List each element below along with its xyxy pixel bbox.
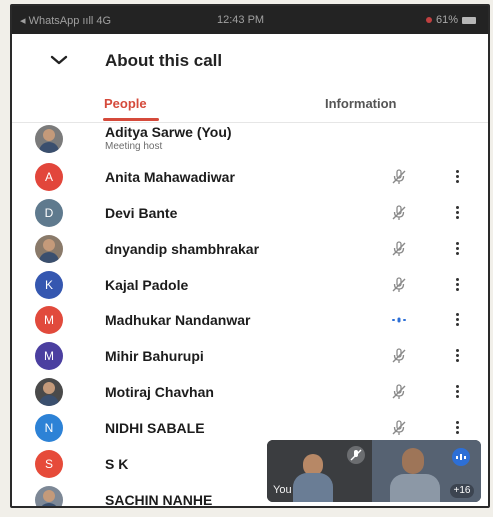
mic-muted-icon[interactable] [390, 168, 408, 186]
mic-muted-icon [347, 446, 365, 464]
participant-name: Madhukar Nandanwar [105, 312, 251, 329]
more-vert-icon[interactable] [453, 383, 461, 401]
recording-dot-icon [425, 17, 432, 24]
participant-role: Meeting host [105, 141, 163, 152]
avatar [35, 234, 63, 263]
mic-muted-icon[interactable] [390, 240, 408, 258]
participant-row[interactable]: K Kajal Padole [12, 267, 488, 303]
status-carrier: ◂ WhatsApp ııll 4G [20, 15, 112, 27]
participant-name: Anita Mahawadiwar [105, 168, 235, 185]
participant-name: Motiraj Chavhan [105, 384, 214, 401]
more-vert-icon[interactable] [453, 311, 461, 329]
mic-muted-icon[interactable] [390, 276, 408, 294]
mic-muted-icon[interactable] [390, 419, 408, 437]
avatar: K [35, 270, 63, 299]
participant-name: dnyandip shambhrakar [105, 240, 260, 257]
page-title: About this call [105, 51, 223, 70]
tab-information[interactable]: Information [325, 96, 397, 111]
participant-name: Aditya Sarwe (You) [105, 124, 232, 140]
participant-name: Kajal Padole [105, 276, 189, 293]
participant-name: NIDHI SABALE [105, 420, 205, 437]
status-bar: ◂ WhatsApp ııll 4G 12:43 PM 61% [12, 6, 488, 34]
more-vert-icon[interactable] [453, 276, 461, 294]
mic-muted-icon[interactable] [390, 383, 408, 401]
status-time: 12:43 PM [217, 14, 265, 26]
avatar [35, 125, 63, 153]
tab-active-indicator [103, 118, 159, 121]
more-vert-icon[interactable] [453, 419, 461, 437]
participant-name: S K [105, 456, 129, 473]
more-vert-icon[interactable] [453, 168, 461, 186]
status-battery: 61% [425, 14, 476, 26]
self-video-label: You [273, 484, 292, 496]
video-pip[interactable]: You +16 [267, 440, 481, 502]
avatar: A [35, 162, 63, 191]
more-vert-icon[interactable] [453, 240, 461, 258]
participant-overflow-count[interactable]: +16 [450, 484, 474, 498]
mic-muted-icon[interactable] [390, 347, 408, 365]
participant-row[interactable]: M Mihir Bahurupi [12, 338, 488, 374]
screenshot-frame: ◂ WhatsApp ııll 4G 12:43 PM 61% About th… [10, 4, 490, 508]
tab-bar: People Information [12, 86, 488, 123]
mic-muted-icon[interactable] [390, 204, 408, 222]
header: About this call [12, 34, 488, 86]
avatar: D [35, 198, 63, 227]
participant-name: Mihir Bahurupi [105, 348, 204, 365]
speaking-indicator-icon [452, 448, 470, 466]
participant-row[interactable]: dnyandip shambhrakar [12, 231, 488, 267]
avatar: M [35, 342, 63, 371]
more-vert-icon[interactable] [453, 347, 461, 365]
more-vert-icon[interactable] [453, 204, 461, 222]
participant-row[interactable]: Aditya Sarwe (You) Meeting host [12, 123, 488, 159]
avatar [35, 378, 63, 407]
participant-name: Devi Bante [105, 204, 178, 221]
participant-row[interactable]: A Anita Mahawadiwar [12, 159, 488, 195]
chevron-down-icon[interactable] [48, 52, 70, 68]
participant-name: SACHIN NANHE [105, 491, 213, 508]
avatar: S [35, 450, 63, 479]
participant-row[interactable]: D Devi Bante [12, 195, 488, 231]
avatar [35, 485, 63, 506]
tab-people[interactable]: People [104, 96, 147, 111]
avatar: M [35, 306, 63, 335]
self-video-tile: You [267, 440, 372, 502]
avatar: N [35, 414, 63, 443]
speaking-indicator-icon [390, 311, 408, 329]
battery-icon [462, 16, 476, 24]
participant-row[interactable]: M Madhukar Nandanwar [12, 302, 488, 338]
participant-row[interactable]: Motiraj Chavhan [12, 374, 488, 410]
